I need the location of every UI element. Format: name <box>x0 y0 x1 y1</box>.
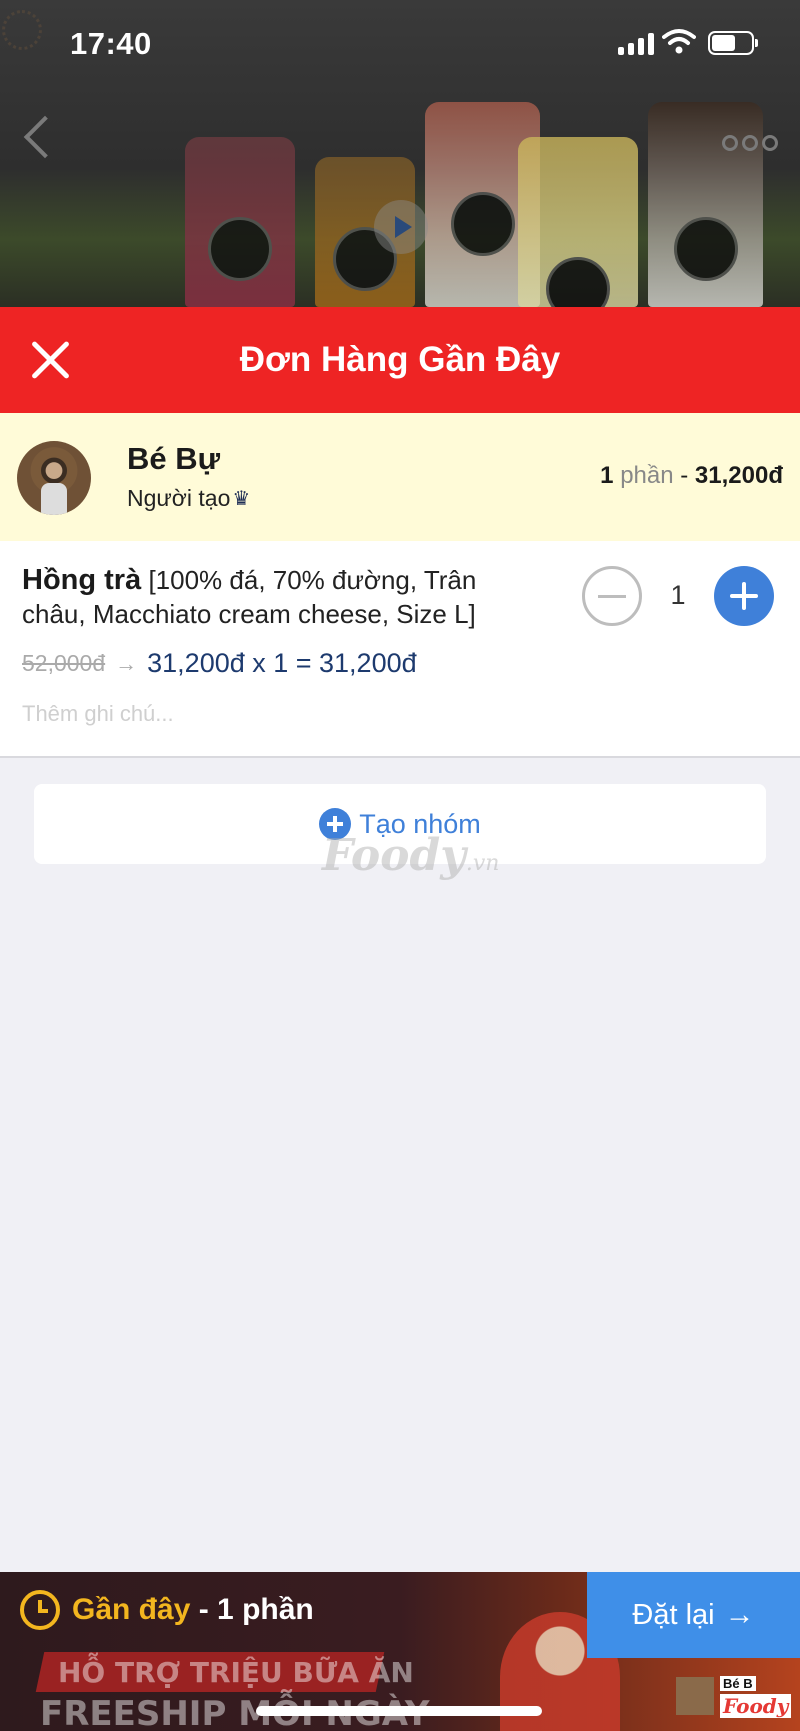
cell-signal-icon <box>618 33 654 55</box>
play-icon[interactable] <box>374 200 428 254</box>
reorder-label: Đặt lại <box>632 1598 715 1631</box>
price-calculation: 31,200đ x 1 = 31,200đ <box>147 648 417 678</box>
modal-header: Đơn Hàng Gần Đây <box>0 307 800 413</box>
recent-count: 1 phần <box>217 1593 314 1626</box>
arrow-right-icon: → <box>115 650 138 676</box>
watermark-avatar <box>676 1677 714 1715</box>
order-owner-strip: Bé Bự Người tạo ♛ 1 phần - 31,200đ <box>0 413 800 541</box>
banner-headline: HỖ TRỢ TRIỆU BỮA ĂN <box>58 1656 414 1689</box>
old-price: 52,000đ <box>22 650 106 676</box>
reorder-button[interactable]: Đặt lại → <box>587 1572 800 1658</box>
drink-cup <box>648 102 763 307</box>
increase-quantity-button[interactable] <box>714 566 774 626</box>
watermark-tld: .vn <box>465 851 500 876</box>
order-item: Hồng trà [100% đá, 70% đường, Trân châu,… <box>0 541 800 758</box>
avatar <box>17 441 91 515</box>
order-summary: 1 phần - 31,200đ <box>600 462 783 490</box>
battery-icon <box>708 31 758 55</box>
decrease-quantity-button[interactable] <box>582 566 642 626</box>
status-bar: 17:40 <box>0 0 800 84</box>
price-line: 52,000đ → 31,200đ x 1 = 31,200đ <box>22 648 417 679</box>
watermark-user-name: Bé B <box>720 1676 756 1691</box>
history-clock-icon <box>20 1590 60 1630</box>
foody-watermark: Foody.vn <box>322 830 499 881</box>
note-input[interactable] <box>22 701 542 727</box>
recent-word: Gần đây <box>72 1593 191 1626</box>
user-name: Bé Bự <box>127 441 221 476</box>
quantity-value: 1 <box>670 580 686 610</box>
summary-unit: phần <box>620 462 674 489</box>
close-icon[interactable] <box>28 337 74 383</box>
summary-total: 31,200đ <box>694 462 783 489</box>
status-time: 17:40 <box>70 26 152 61</box>
modal-title: Đơn Hàng Gần Đây <box>239 340 561 379</box>
user-role-label: Người tạo <box>127 485 231 511</box>
watermark-brand: Foody <box>322 830 466 881</box>
item-name: Hồng trà <box>22 564 142 596</box>
summary-count: 1 <box>600 462 614 489</box>
back-chevron-icon[interactable] <box>23 115 67 159</box>
user-role: Người tạo ♛ <box>127 485 250 512</box>
recent-orders-label[interactable]: Gần đây - 1 phần <box>20 1590 314 1630</box>
item-description: Hồng trà [100% đá, 70% đường, Trân châu,… <box>22 563 542 631</box>
crown-icon: ♛ <box>232 488 251 510</box>
wifi-icon <box>662 29 696 54</box>
drink-cup <box>518 137 638 307</box>
drink-cup <box>185 137 295 307</box>
recent-separator: - <box>190 1593 218 1626</box>
home-indicator[interactable] <box>256 1706 542 1716</box>
watermark-foody-logo: Foody <box>720 1694 792 1718</box>
summary-separator: - <box>680 462 689 489</box>
arrow-right-icon: → <box>724 1598 755 1631</box>
more-dots-icon[interactable] <box>722 135 778 151</box>
